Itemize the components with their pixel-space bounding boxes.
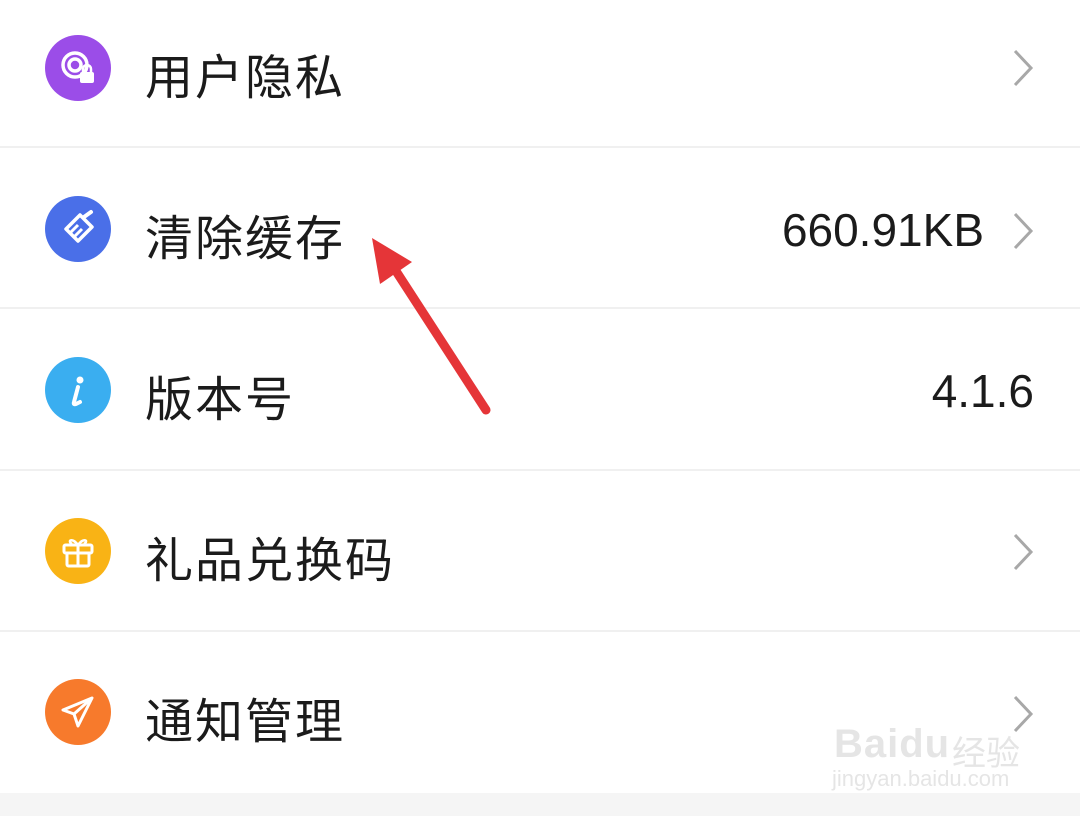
info-icon xyxy=(45,357,111,423)
watermark-brand: Baidu xyxy=(834,722,951,766)
settings-item-label: 清除缓存 xyxy=(145,211,346,267)
paper-plane-icon xyxy=(45,679,111,745)
gift-icon xyxy=(45,518,111,584)
chevron-right-icon xyxy=(1013,533,1034,571)
bottom-strip xyxy=(0,793,1080,816)
watermark-url: jingyan.baidu.com xyxy=(832,766,1010,791)
cache-size-value: 660.91KB xyxy=(781,204,984,256)
settings-item-label: 用户隐私 xyxy=(145,50,346,106)
version-value: 4.1.6 xyxy=(931,365,1034,417)
chevron-right-icon xyxy=(1013,212,1034,250)
broom-icon xyxy=(45,196,111,262)
settings-item-user-privacy[interactable]: 用户隐私 xyxy=(0,0,1080,148)
privacy-lock-icon xyxy=(45,35,111,101)
settings-item-label: 礼品兑换码 xyxy=(145,533,396,589)
settings-item-clear-cache[interactable]: 清除缓存 660.91KB xyxy=(0,149,1080,309)
divider xyxy=(0,146,1080,148)
settings-item-label: 通知管理 xyxy=(145,694,346,750)
divider xyxy=(0,307,1080,309)
settings-item-gift-code[interactable]: 礼品兑换码 xyxy=(0,471,1080,631)
chevron-right-icon xyxy=(1013,49,1034,87)
baidu-jingyan-watermark: Baidu 经验 jingyan.baidu.com xyxy=(826,700,1026,796)
settings-item-version: 版本号 4.1.6 xyxy=(0,310,1080,470)
settings-item-label: 版本号 xyxy=(145,372,296,428)
